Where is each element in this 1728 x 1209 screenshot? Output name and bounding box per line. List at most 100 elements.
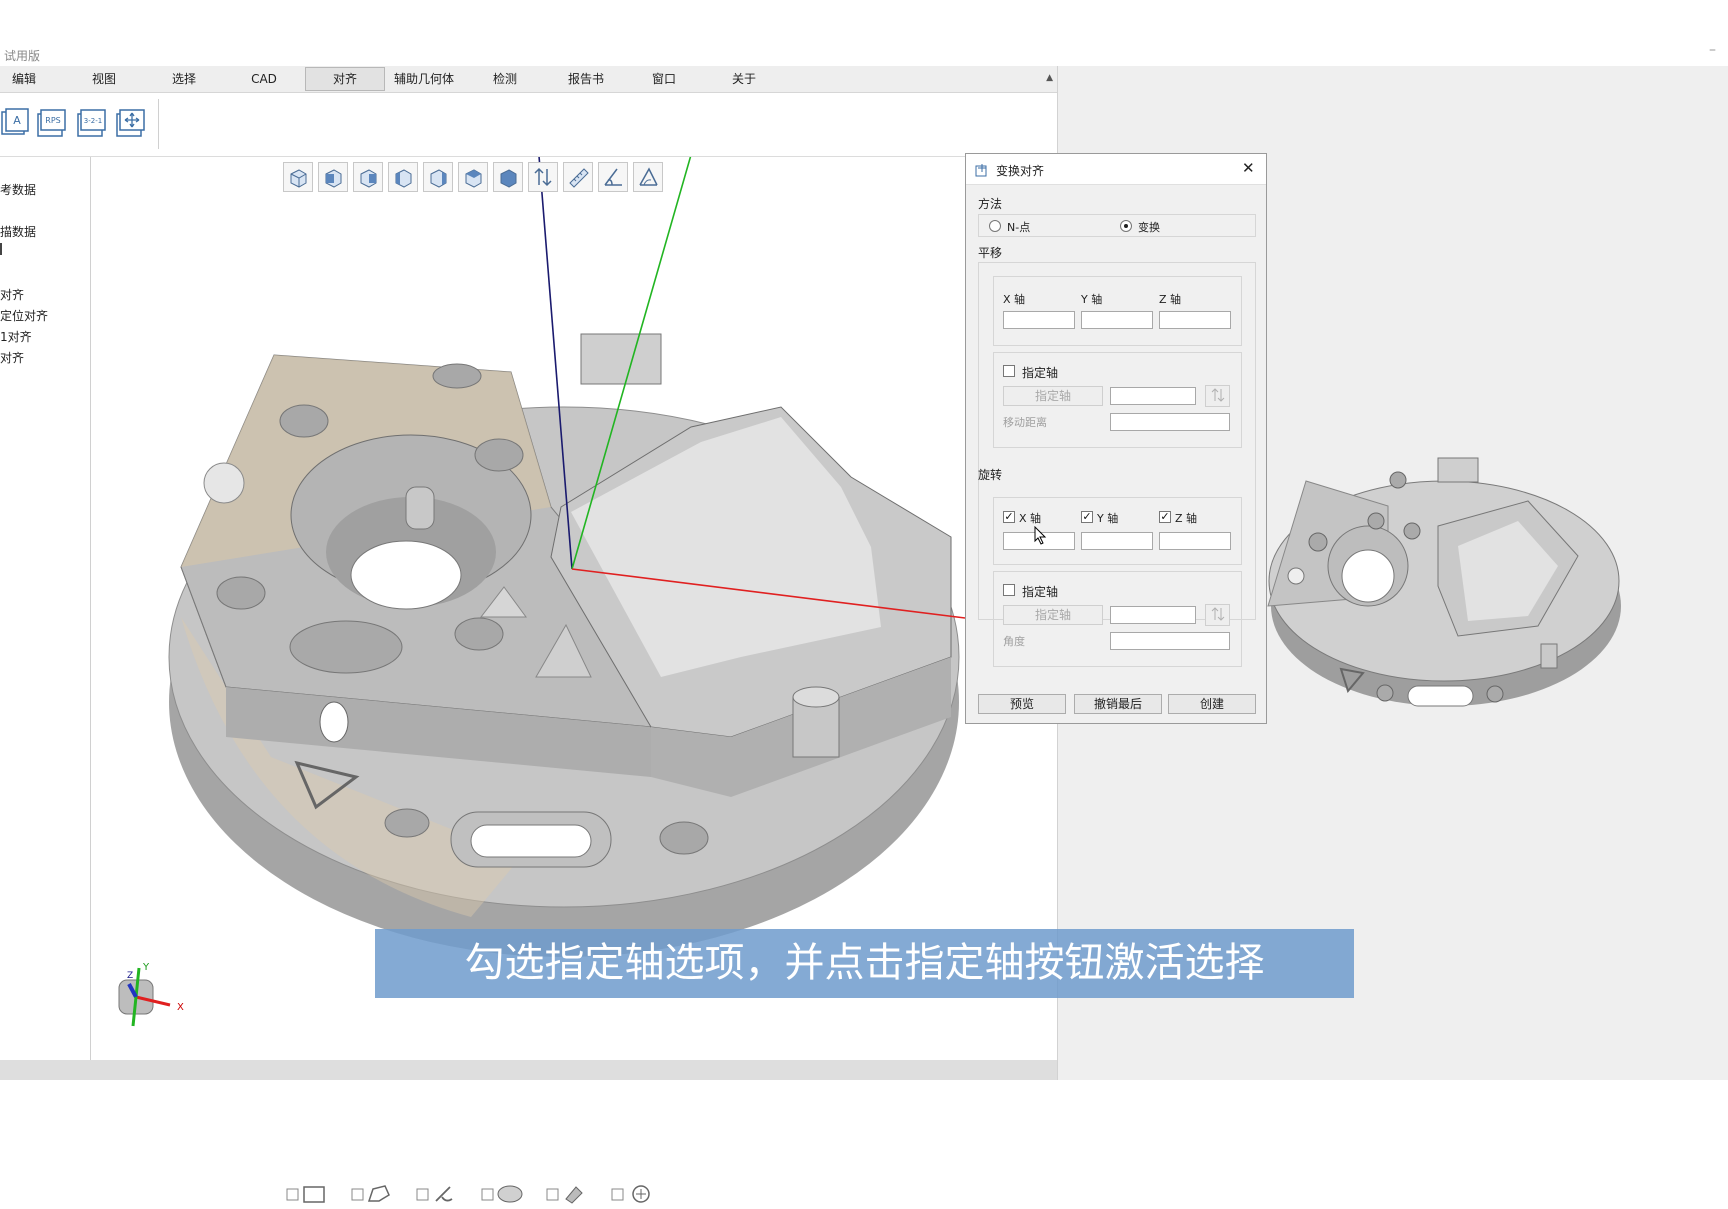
transform-align-icon[interactable] <box>115 108 145 138</box>
rotate-flip-axis-button[interactable] <box>1205 604 1230 626</box>
move-distance-input[interactable] <box>1110 413 1230 431</box>
preview-button[interactable]: 预览 <box>978 694 1066 714</box>
part-model <box>168 157 966 957</box>
svg-text:3-2-1: 3-2-1 <box>84 117 102 125</box>
tree-item-transform-align[interactable]: 对齐 <box>0 349 24 366</box>
n-point-radio[interactable] <box>989 220 1001 232</box>
surface-select-icon[interactable] <box>481 1183 525 1205</box>
translate-specify-axis-label: 指定轴 <box>1022 366 1059 380</box>
rotate-specify-axis-label: 指定轴 <box>1022 585 1059 599</box>
translate-y-input[interactable] <box>1081 311 1153 329</box>
menu-select[interactable]: 选择 <box>164 66 204 92</box>
flip-view-icon[interactable] <box>528 162 558 192</box>
rotate-specify-axis-checkbox[interactable] <box>1003 584 1015 596</box>
rotate-x-label: X 轴 <box>1019 512 1042 525</box>
dialog-title: 变换对齐 <box>996 164 1045 178</box>
svg-text:A: A <box>13 114 21 127</box>
tree-item-locate-align[interactable]: 定位对齐 <box>0 307 48 324</box>
tree-item-321-align[interactable]: 1对齐 <box>0 328 32 345</box>
three-two-one-align-icon[interactable]: 3-2-1 <box>76 108 106 138</box>
menu-cad[interactable]: CAD <box>244 66 284 92</box>
rotate-y-label: Y 轴 <box>1097 512 1119 525</box>
ribbon-separator <box>158 99 159 149</box>
brush-select-icon[interactable] <box>416 1183 460 1205</box>
translate-specify-axis-box: 指定轴 指定轴 移动距离 <box>993 352 1242 448</box>
angle-label: 角度 <box>1003 635 1025 648</box>
polygon-select-icon[interactable] <box>351 1183 395 1205</box>
translate-z-input[interactable] <box>1159 311 1231 329</box>
create-button[interactable]: 创建 <box>1168 694 1256 714</box>
translate-specify-axis-checkbox[interactable] <box>1003 365 1015 377</box>
translate-x-label: X 轴 <box>1003 293 1026 306</box>
tree-item-reference-data[interactable]: 考数据 <box>0 181 36 198</box>
tree-item-scan-data[interactable]: 描数据 <box>0 223 36 240</box>
mouse-cursor-icon <box>1034 526 1047 545</box>
dialog-titlebar: 变换对齐 ✕ <box>966 154 1266 185</box>
paint-select-icon[interactable] <box>546 1183 590 1205</box>
rotate-label: 旋转 <box>978 468 1003 482</box>
move-distance-label: 移动距离 <box>1003 416 1047 429</box>
rotate-z-checkbox[interactable]: ✓ <box>1159 511 1171 523</box>
n-point-label: N-点 <box>1007 221 1031 234</box>
triad-y-label: Y <box>142 962 150 973</box>
translate-y-label: Y 轴 <box>1081 293 1103 306</box>
menu-about[interactable]: 关于 <box>724 66 764 92</box>
rotate-x-checkbox[interactable]: ✓ <box>1003 511 1015 523</box>
orientation-triad[interactable]: X Y Z <box>105 960 195 1030</box>
rotate-specify-axis-button[interactable]: 指定轴 <box>1003 605 1103 625</box>
menu-aux-geometry[interactable]: 辅助几何体 <box>392 66 456 92</box>
ribbon-toolbar: A RPS 3-2-1 <box>0 93 1057 157</box>
angle-icon[interactable] <box>598 162 628 192</box>
triad-z-label: Z <box>127 971 133 981</box>
transform-radio[interactable] <box>1120 220 1132 232</box>
collapse-ribbon-icon[interactable]: ▲ <box>1046 73 1053 83</box>
rotate-z-input[interactable] <box>1159 532 1231 550</box>
view-top-icon[interactable] <box>458 162 488 192</box>
close-icon[interactable]: ✕ <box>1242 159 1255 177</box>
video-subtitle: 勾选指定轴选项，并点击指定轴按钮激活选择 <box>375 929 1354 998</box>
menu-align[interactable]: 对齐 <box>305 67 385 91</box>
triad-x-label: X <box>177 1002 184 1013</box>
rotate-z-label: Z 轴 <box>1175 512 1198 525</box>
svg-text:RPS: RPS <box>45 116 60 125</box>
view-front-icon[interactable] <box>318 162 348 192</box>
menu-report[interactable]: 报告书 <box>563 66 609 92</box>
view-left-icon[interactable] <box>388 162 418 192</box>
rotate-y-checkbox[interactable]: ✓ <box>1081 511 1093 523</box>
tree-branch-line <box>0 243 2 255</box>
view-iso-icon[interactable] <box>283 162 313 192</box>
view-right-icon[interactable] <box>423 162 453 192</box>
minimize-button[interactable]: – <box>1709 42 1716 58</box>
view-bottom-icon[interactable] <box>493 162 523 192</box>
translate-flip-axis-button[interactable] <box>1205 385 1230 407</box>
menu-bar: 编辑 视图 选择 CAD 对齐 辅助几何体 检测 报告书 窗口 关于 ▲ <box>0 66 1057 93</box>
project-tree: 考数据 描数据 对齐 定位对齐 1对齐 对齐 <box>0 157 91 1060</box>
status-bar <box>0 1060 1057 1080</box>
rotate-y-input[interactable] <box>1081 532 1153 550</box>
measure-icon[interactable] <box>563 162 593 192</box>
main-viewport[interactable]: X Y Z <box>91 157 1057 1204</box>
translate-axes-box: X 轴 Y 轴 Z 轴 <box>993 276 1242 346</box>
menu-view[interactable]: 视图 <box>84 66 124 92</box>
best-fit-align-icon[interactable]: A <box>0 108 30 138</box>
point-select-icon[interactable] <box>611 1183 655 1205</box>
method-group: N-点 变换 <box>978 214 1256 237</box>
tree-item-align[interactable]: 对齐 <box>0 286 24 303</box>
translate-x-input[interactable] <box>1003 311 1075 329</box>
translate-specify-axis-button[interactable]: 指定轴 <box>1003 386 1103 406</box>
menu-edit[interactable]: 编辑 <box>4 66 44 92</box>
section-view-icon[interactable] <box>633 162 663 192</box>
trial-label: 试用版 <box>4 49 41 63</box>
angle-input[interactable] <box>1110 632 1230 650</box>
transform-label: 变换 <box>1138 221 1160 234</box>
menu-window[interactable]: 窗口 <box>644 66 684 92</box>
rect-select-icon[interactable] <box>286 1183 330 1205</box>
rotate-axes-box: ✓ X 轴 ✓ Y 轴 ✓ Z 轴 <box>993 497 1242 565</box>
view-back-icon[interactable] <box>353 162 383 192</box>
menu-inspect[interactable]: 检测 <box>485 66 525 92</box>
rotate-axis-input[interactable] <box>1110 606 1196 624</box>
undo-last-button[interactable]: 撤销最后 <box>1074 694 1162 714</box>
translate-axis-input[interactable] <box>1110 387 1196 405</box>
rps-align-icon[interactable]: RPS <box>36 108 66 138</box>
title-bar: 试用版 – <box>0 0 1728 66</box>
